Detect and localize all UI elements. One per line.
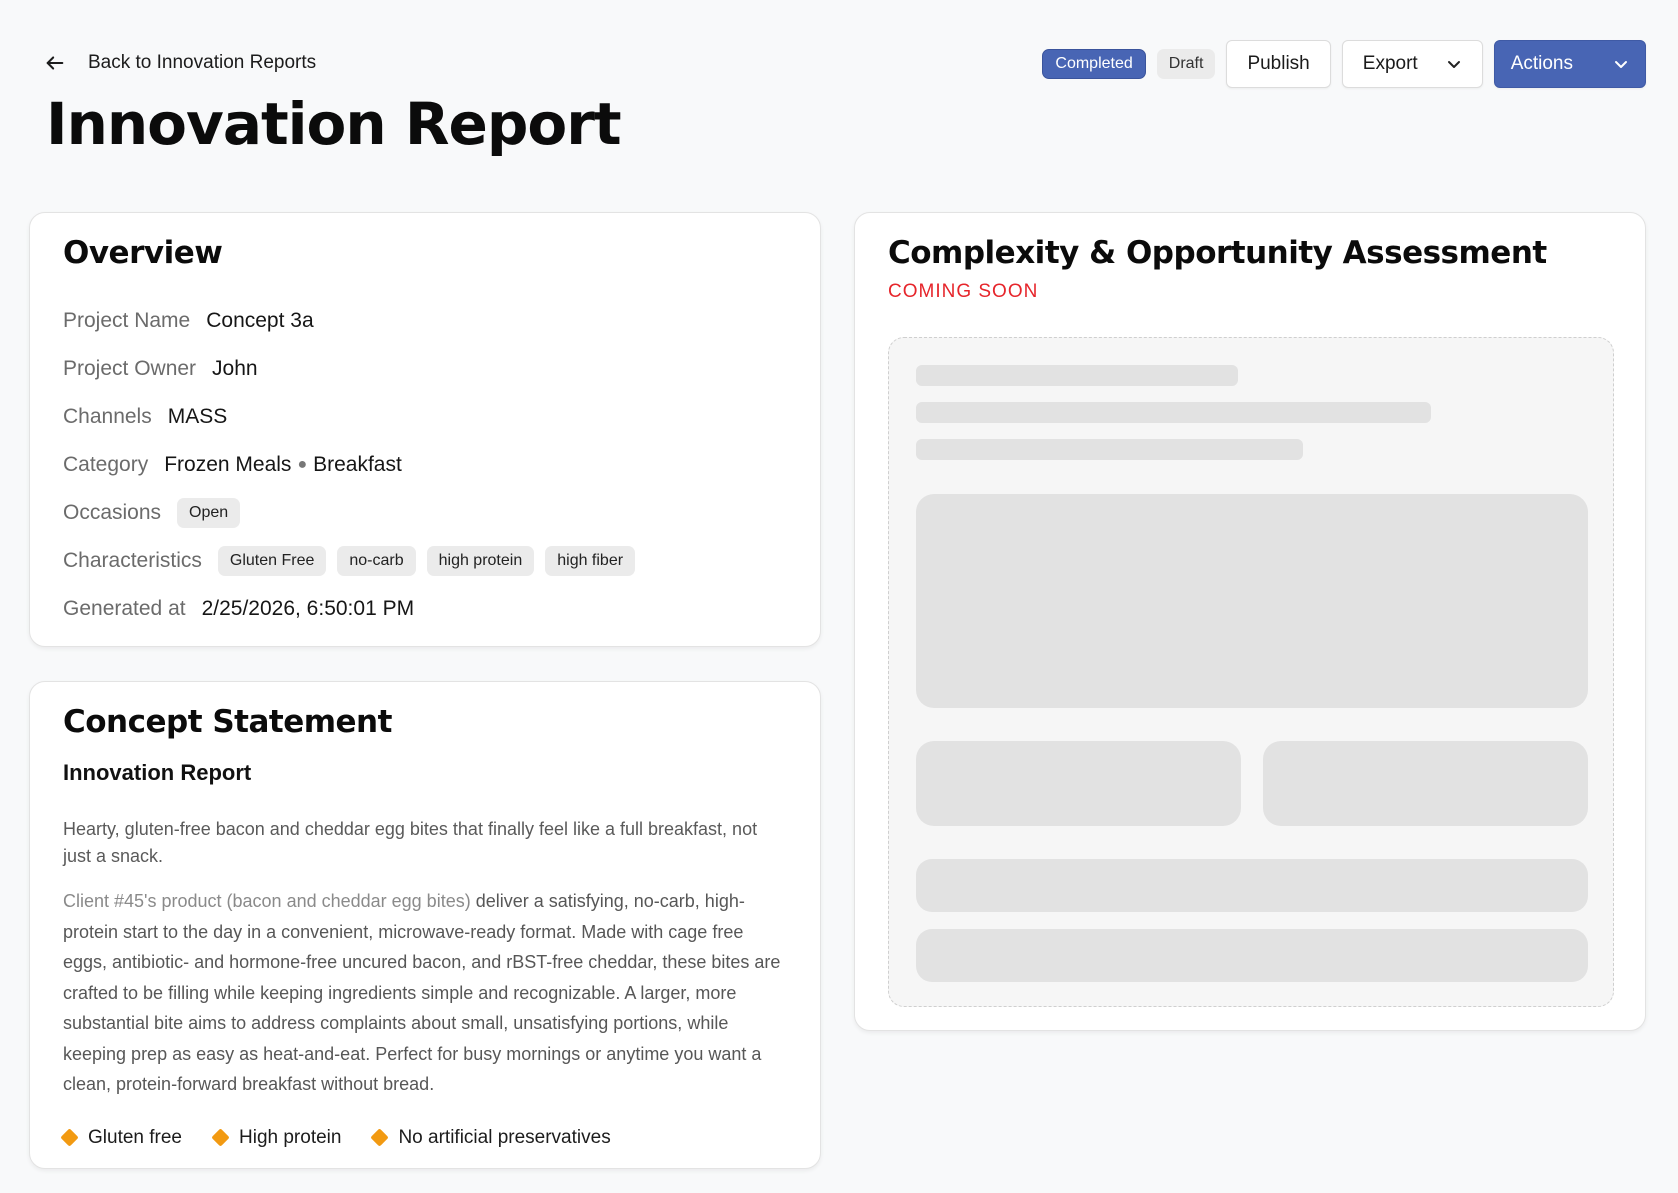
project-owner-row: Project Owner John — [63, 345, 787, 393]
project-name-row: Project Name Concept 3a — [63, 297, 787, 345]
characteristics-label: Characteristics — [63, 549, 202, 572]
occasions-row: Occasions Open — [63, 489, 787, 537]
concept-statement-title: Concept Statement — [63, 704, 392, 740]
concept-body: Client #45's product (bacon and cheddar … — [63, 886, 787, 1100]
concept-subtitle: Innovation Report — [63, 760, 252, 785]
chevron-down-icon — [1447, 61, 1460, 68]
generated-at-row: Generated at 2/25/2026, 6:50:01 PM — [63, 585, 787, 633]
assessment-title: Complexity & Opportunity Assessment — [888, 235, 1547, 271]
generated-at-value: 2/25/2026, 6:50:01 PM — [201, 597, 415, 620]
skeleton-block — [916, 741, 1241, 826]
project-owner-value: John — [212, 357, 258, 380]
export-button-label: Export — [1362, 53, 1418, 74]
actions-button-label: Actions — [1510, 53, 1573, 74]
category-value-primary: Frozen Meals — [164, 453, 292, 476]
page-header: Back to Innovation Reports Innovation Re… — [0, 0, 1678, 170]
diamond-icon — [211, 1128, 230, 1147]
channels-value: MASS — [167, 405, 228, 428]
chevron-down-icon — [1615, 61, 1627, 68]
project-owner-label: Project Owner — [63, 357, 197, 380]
skeleton-block — [1263, 741, 1588, 826]
highlight-item: No artificial preservatives — [370, 1126, 611, 1149]
category-row: Category Frozen Meals ● Breakfast — [63, 441, 787, 489]
highlight-label: High protein — [239, 1126, 342, 1148]
assessment-card: Complexity & Opportunity Assessment COMI… — [854, 212, 1646, 1031]
page-title: Innovation Report — [46, 90, 622, 158]
concept-statement-card: Concept Statement Innovation Report Hear… — [29, 681, 821, 1169]
characteristic-tag: Gluten Free — [217, 546, 327, 576]
overview-card: Overview Project Name Concept 3a Project… — [29, 212, 821, 647]
status-badge-completed: Completed — [1042, 49, 1146, 79]
skeleton-bar — [916, 929, 1588, 982]
channels-row: Channels MASS — [63, 393, 787, 441]
project-name-value: Concept 3a — [206, 309, 314, 332]
status-badge-draft: Draft — [1156, 49, 1216, 79]
highlight-label: No artificial preservatives — [398, 1126, 611, 1148]
skeleton-line — [916, 365, 1238, 386]
highlight-item: High protein — [211, 1126, 342, 1149]
diamond-icon — [370, 1128, 390, 1147]
highlight-list: Gluten free High protein No artificial p… — [60, 1126, 787, 1149]
publish-button-label: Publish — [1247, 53, 1310, 74]
export-button[interactable]: Export — [1341, 40, 1483, 88]
separator-dot: ● — [297, 456, 308, 473]
publish-button[interactable]: Publish — [1226, 40, 1331, 88]
characteristics-row: Characteristics Gluten Free no-carb high… — [63, 537, 787, 585]
actions-button[interactable]: Actions — [1493, 40, 1646, 88]
characteristic-tag: high fiber — [545, 546, 636, 576]
highlight-item: Gluten free — [60, 1126, 182, 1149]
back-link-label: Back to Innovation Reports — [88, 52, 317, 73]
concept-body-text: deliver a satisfying, no-carb, high-prot… — [63, 891, 781, 1094]
concept-lead: Hearty, gluten-free bacon and cheddar eg… — [63, 819, 758, 866]
skeleton-line — [916, 402, 1431, 423]
header-actions: Completed Draft Publish Export Actions — [1042, 40, 1646, 88]
skeleton-block — [916, 494, 1588, 708]
generated-at-label: Generated at — [63, 597, 186, 620]
assessment-placeholder — [888, 337, 1614, 1007]
channels-label: Channels — [63, 405, 152, 428]
project-name-label: Project Name — [63, 309, 191, 332]
highlight-label: Gluten free — [88, 1126, 182, 1148]
arrow-left-icon — [46, 56, 64, 70]
characteristic-tag: no-carb — [337, 546, 416, 576]
category-value-secondary: Breakfast — [313, 453, 402, 476]
occasion-tag: Open — [177, 498, 241, 528]
occasions-label: Occasions — [63, 501, 162, 524]
characteristic-tag: high protein — [426, 546, 535, 576]
back-link[interactable]: Back to Innovation Reports — [44, 52, 316, 74]
skeleton-bar — [916, 859, 1588, 912]
skeleton-line — [916, 439, 1303, 460]
category-label: Category — [63, 453, 149, 476]
client-reference: Client #45's product (bacon and cheddar … — [63, 891, 471, 911]
coming-soon-label: COMING SOON — [888, 281, 1039, 302]
overview-title: Overview — [63, 235, 223, 271]
diamond-icon — [60, 1128, 79, 1147]
